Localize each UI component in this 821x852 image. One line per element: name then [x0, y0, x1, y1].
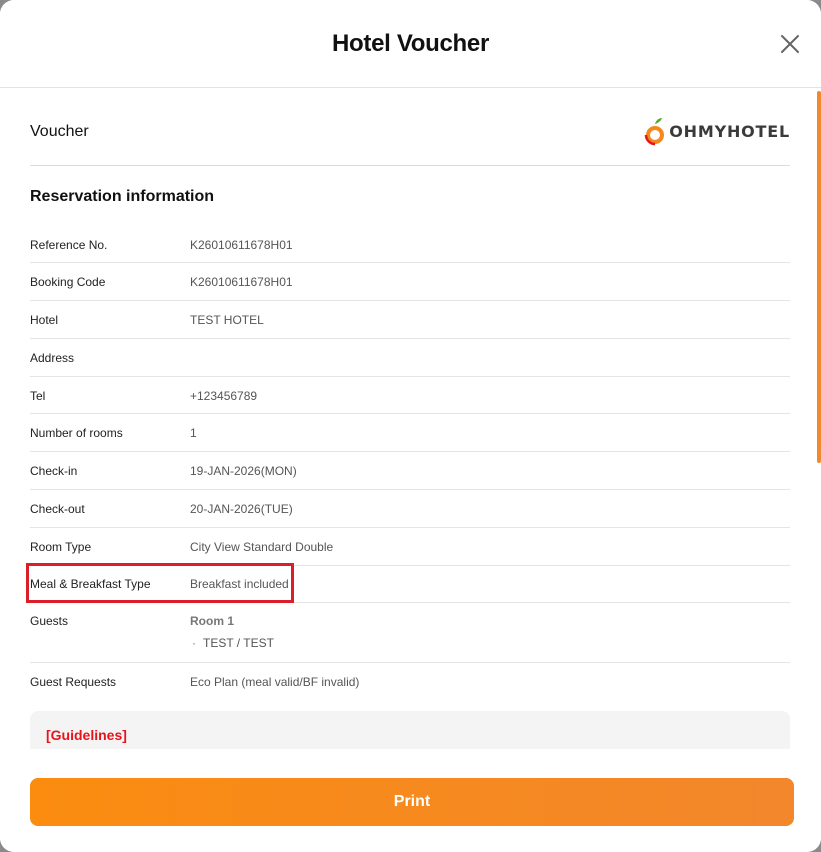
row-value: TEST HOTEL: [190, 313, 264, 327]
row-label: Guest Requests: [30, 675, 117, 689]
row-label: Guests: [30, 614, 69, 628]
modal-footer: Print: [0, 749, 821, 852]
row-value: 19-JAN-2026(MON): [190, 464, 297, 478]
hotel-voucher-modal: Hotel Voucher Voucher OHMYHOTEL Reservat…: [0, 0, 821, 852]
row-label: Tel: [30, 389, 46, 403]
row-label: Room Type: [30, 540, 92, 554]
voucher-label: Voucher: [30, 123, 89, 140]
row-value: 20-JAN-2026(TUE): [190, 502, 293, 516]
row-value: +123456789: [190, 389, 258, 403]
modal-header: Hotel Voucher: [0, 0, 821, 88]
row-label: Number of rooms: [30, 426, 123, 440]
info-row-check-out: Check-out 20-JAN-2026(TUE): [30, 490, 790, 528]
info-row-check-in: Check-in 19-JAN-2026(MON): [30, 452, 790, 490]
info-row-guests: Guests Room 1 · TEST / TEST: [30, 603, 790, 663]
row-label: Hotel: [30, 313, 59, 327]
row-value: City View Standard Double: [190, 540, 334, 554]
row-label: Check-out: [30, 502, 85, 516]
reservation-info-table: Reference No. K26010611678H01 Booking Co…: [30, 225, 790, 701]
row-value: K26010611678H01: [190, 275, 293, 289]
close-icon: [781, 35, 799, 53]
info-row-booking-code: Booking Code K26010611678H01: [30, 263, 790, 301]
guidelines-title: [Guidelines]: [46, 727, 127, 743]
row-label: Address: [30, 351, 75, 365]
guest-entry: TEST / TEST: [203, 636, 274, 650]
info-row-hotel: Hotel TEST HOTEL: [30, 301, 790, 339]
info-row-tel: Tel +123456789: [30, 377, 790, 414]
guest-bullet: ·: [192, 636, 196, 650]
row-value: Breakfast included: [190, 577, 289, 591]
logo-wordmark: OHMYHOTEL: [669, 121, 790, 141]
orange-fruit-icon: [645, 118, 665, 146]
guest-room-label: Room 1: [190, 614, 235, 628]
voucher-header: Voucher OHMYHOTEL: [30, 89, 790, 166]
row-value: Eco Plan (meal valid/BF invalid): [190, 675, 360, 689]
info-row-number-of-rooms: Number of rooms 1: [30, 414, 790, 452]
info-row-meal-breakfast-type: Meal & Breakfast Type Breakfast included: [30, 566, 790, 603]
guidelines-box: [Guidelines]: [30, 711, 790, 749]
modal-title: Hotel Voucher: [331, 30, 489, 57]
row-label: Meal & Breakfast Type: [30, 577, 151, 591]
voucher-content[interactable]: Voucher OHMYHOTEL Reservation informatio…: [0, 89, 821, 749]
reservation-section-title: Reservation information: [30, 188, 215, 205]
info-row-address: Address: [30, 339, 790, 377]
ohmyhotel-logo: OHMYHOTEL: [643, 115, 790, 147]
row-value: 1: [190, 426, 197, 440]
row-label: Check-in: [30, 464, 78, 478]
row-label: Reference No.: [30, 238, 108, 252]
print-button[interactable]: Print: [30, 778, 794, 826]
row-value: K26010611678H01: [190, 238, 293, 252]
scrollbar-thumb[interactable]: [817, 91, 821, 463]
close-button[interactable]: [778, 32, 802, 56]
row-label: Booking Code: [30, 275, 106, 289]
info-row-reference-no: Reference No. K26010611678H01: [30, 225, 790, 263]
info-row-room-type: Room Type City View Standard Double: [30, 528, 790, 566]
info-row-guest-requests: Guest Requests Eco Plan (meal valid/BF i…: [30, 663, 790, 701]
